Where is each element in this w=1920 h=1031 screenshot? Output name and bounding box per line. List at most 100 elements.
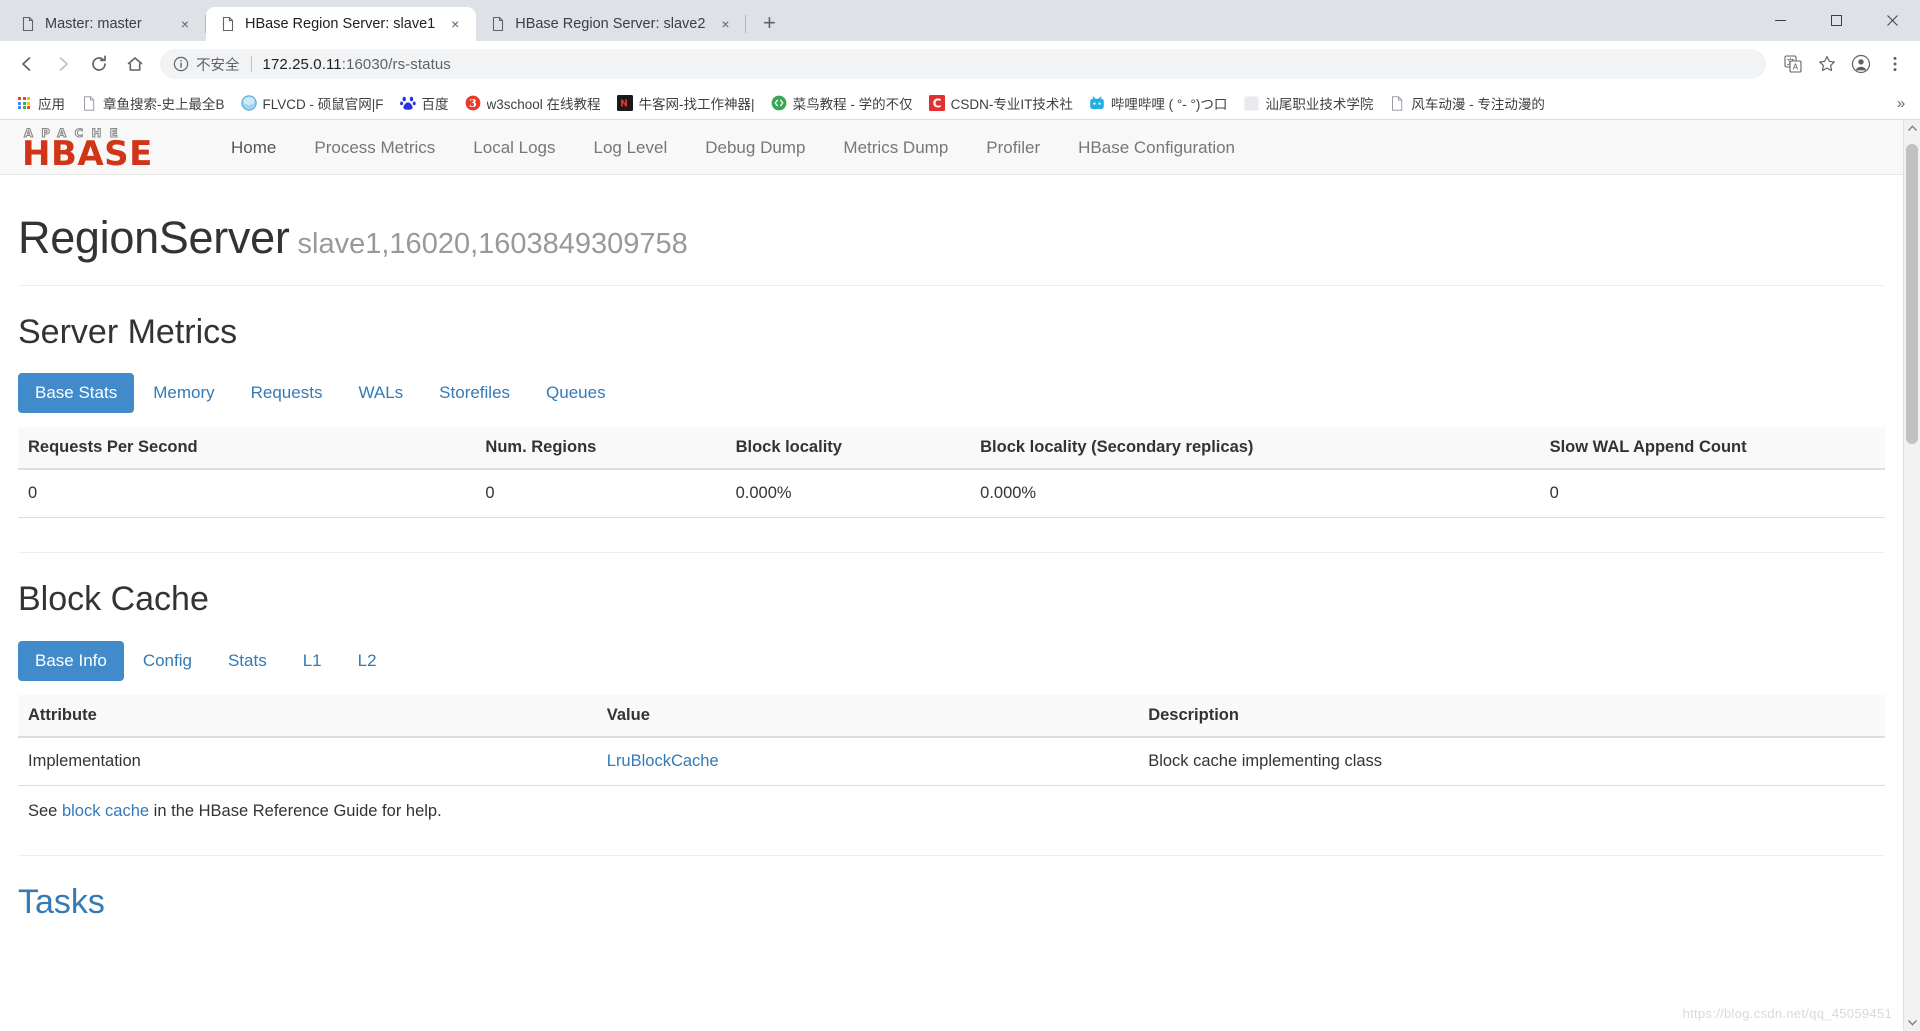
server-metrics-heading: Server Metrics <box>18 312 238 351</box>
scrollbar-thumb[interactable] <box>1906 144 1918 444</box>
nav-link-local-logs[interactable]: Local Logs <box>454 120 574 175</box>
window-minimize-button[interactable] <box>1752 0 1808 41</box>
block-cache-tabs: Base Info Config Stats L1 L2 <box>18 633 1885 682</box>
window-maximize-button[interactable] <box>1808 0 1864 41</box>
nav-link-metrics-dump[interactable]: Metrics Dump <box>824 120 967 175</box>
info-circle-icon[interactable] <box>172 56 189 73</box>
svg-text:A: A <box>1793 63 1799 72</box>
page-scrollbar[interactable] <box>1903 120 1920 1031</box>
block-cache-table: Attribute Value Description Implementati… <box>18 695 1885 787</box>
bookmark-baidu[interactable]: 百度 <box>392 89 457 117</box>
block-cache-heading: Block Cache <box>18 580 209 619</box>
nav-link-process-metrics[interactable]: Process Metrics <box>295 120 454 175</box>
watermark-text: https://blog.csdn.net/qq_45059451 <box>1682 1006 1892 1021</box>
reload-icon[interactable] <box>82 47 116 81</box>
bookmark-label: 汕尾职业技术学院 <box>1265 97 1374 112</box>
tab-base-info[interactable]: Base Info <box>18 640 124 682</box>
blank-icon <box>1243 95 1259 111</box>
bookmark-runoob[interactable]: 菜鸟教程 - 学的不仅 <box>763 89 921 117</box>
nav-link-profiler[interactable]: Profiler <box>967 120 1059 175</box>
block-cache-reference-link[interactable]: block cache <box>62 802 149 820</box>
table-header-row: Attribute Value Description <box>18 695 1885 739</box>
new-tab-button[interactable]: + <box>752 6 786 40</box>
page-header: RegionServer slave1,16020,1603849309758 <box>18 175 1885 286</box>
bookmark-flvcd[interactable]: FLVCD - 硕鼠官网|F <box>233 89 392 117</box>
bookmark-zhangyu[interactable]: 章鱼搜索-史上最全B <box>73 89 233 117</box>
scroll-down-arrow-icon[interactable] <box>1904 1014 1920 1031</box>
profile-avatar-icon[interactable] <box>1846 49 1876 79</box>
browser-tabstrip: Master: master × HBase Region Server: sl… <box>0 0 1920 41</box>
tab-l1[interactable]: L1 <box>286 641 339 681</box>
close-icon[interactable]: × <box>714 13 736 35</box>
tab-base-stats[interactable]: Base Stats <box>18 372 135 414</box>
close-icon[interactable]: × <box>444 13 466 35</box>
address-bar-url: 172.25.0.11:16030/rs-status <box>263 56 451 73</box>
browser-tab-1[interactable]: HBase Region Server: slave1 × <box>206 7 477 41</box>
browser-tab-0[interactable]: Master: master × <box>6 7 206 41</box>
home-icon[interactable] <box>118 47 152 81</box>
col-slow-wal-append-count: Slow WAL Append Count <box>1539 427 1885 471</box>
tab-config[interactable]: Config <box>126 641 209 681</box>
nav-link-home[interactable]: Home <box>212 120 295 175</box>
nav-link-log-level[interactable]: Log Level <box>575 120 687 175</box>
tab-memory[interactable]: Memory <box>136 373 231 413</box>
bookmark-label: 章鱼搜索-史上最全B <box>103 97 225 112</box>
bookmarks-overflow-button[interactable]: » <box>1890 91 1912 115</box>
chrome-menu-icon[interactable] <box>1880 49 1910 79</box>
tab-l2[interactable]: L2 <box>341 641 394 681</box>
w3school-icon: 3 <box>465 95 481 111</box>
address-bar[interactable]: 不安全 172.25.0.11:16030/rs-status <box>160 49 1766 79</box>
bilibili-icon <box>1089 95 1105 111</box>
bookmark-w3school[interactable]: 3 w3school 在线教程 <box>457 89 609 117</box>
note-suffix: in the HBase Reference Guide for help. <box>149 802 442 821</box>
nowcoder-icon <box>616 95 633 111</box>
close-icon[interactable]: × <box>174 13 196 35</box>
lru-block-cache-link[interactable]: LruBlockCache <box>607 752 719 770</box>
bookmark-fengche-anime[interactable]: 风车动漫 - 专注动漫的 <box>1381 89 1553 117</box>
window-close-button[interactable] <box>1864 0 1920 41</box>
bookmark-apps[interactable]: 应用 <box>8 89 73 117</box>
cell-num-regions: 0 <box>475 469 726 519</box>
tab-wals[interactable]: WALs <box>341 373 420 413</box>
bookmark-nowcoder[interactable]: 牛客网-找工作神器| <box>609 89 763 117</box>
bookmark-label: 应用 <box>38 97 65 112</box>
bookmark-label: CSDN-专业IT技术社 <box>950 97 1073 112</box>
omnibox-divider <box>250 56 252 72</box>
bookmark-label: FLVCD - 硕鼠官网|F <box>262 97 384 112</box>
hbase-nav-links: Home Process Metrics Local Logs Log Leve… <box>212 120 1254 175</box>
csdn-icon: C <box>928 95 945 111</box>
server-metrics-table-body: 0 0 0.000% 0.000% 0 <box>18 469 1885 519</box>
bookmarks-bar: 应用 章鱼搜索-史上最全B FLVCD - 硕鼠官网|F 百度 3 w3scho… <box>0 87 1920 120</box>
page-icon <box>20 16 36 32</box>
tab-queues[interactable]: Queues <box>529 373 623 413</box>
nav-link-hbase-configuration[interactable]: HBase Configuration <box>1059 120 1254 175</box>
runoob-icon <box>771 95 787 111</box>
scroll-up-arrow-icon[interactable] <box>1904 120 1920 137</box>
browser-tab-2[interactable]: HBase Region Server: slave2 × <box>476 7 747 41</box>
tab-storefiles[interactable]: Storefiles <box>422 373 527 413</box>
bookmark-shanwei-college[interactable]: 汕尾职业技术学院 <box>1235 89 1381 117</box>
server-metrics-table: Requests Per Second Num. Regions Block l… <box>18 427 1885 519</box>
browser-tab-title: HBase Region Server: slave2 <box>515 16 706 32</box>
svg-text:C: C <box>932 96 941 110</box>
nav-link-debug-dump[interactable]: Debug Dump <box>686 120 824 175</box>
bookmark-csdn[interactable]: C CSDN-专业IT技术社 <box>921 89 1081 117</box>
tab-stats[interactable]: Stats <box>211 641 284 681</box>
table-row: Implementation LruBlockCache Block cache… <box>18 737 1885 787</box>
translate-icon[interactable]: 文A <box>1778 49 1808 79</box>
server-metrics-tabs: Base Stats Memory Requests WALs Storefil… <box>18 365 1885 414</box>
page-icon <box>81 95 97 111</box>
bookmark-label: 哔哩哔哩 ( °- °)つ口 <box>1110 97 1228 112</box>
back-icon[interactable] <box>10 47 44 81</box>
bookmark-label: 百度 <box>421 97 449 112</box>
bookmark-bilibili[interactable]: 哔哩哔哩 ( °- °)つ口 <box>1081 89 1236 117</box>
apache-hbase-logo[interactable]: APACHE HBASE <box>22 124 200 170</box>
tab-requests[interactable]: Requests <box>234 373 340 413</box>
flvcd-icon <box>240 95 257 111</box>
tasks-heading: Tasks <box>18 883 105 922</box>
baidu-icon <box>399 95 416 111</box>
bookmark-star-icon[interactable] <box>1812 49 1842 79</box>
page-icon <box>490 16 506 32</box>
forward-icon[interactable] <box>46 47 80 81</box>
col-requests-per-second: Requests Per Second <box>18 427 476 471</box>
